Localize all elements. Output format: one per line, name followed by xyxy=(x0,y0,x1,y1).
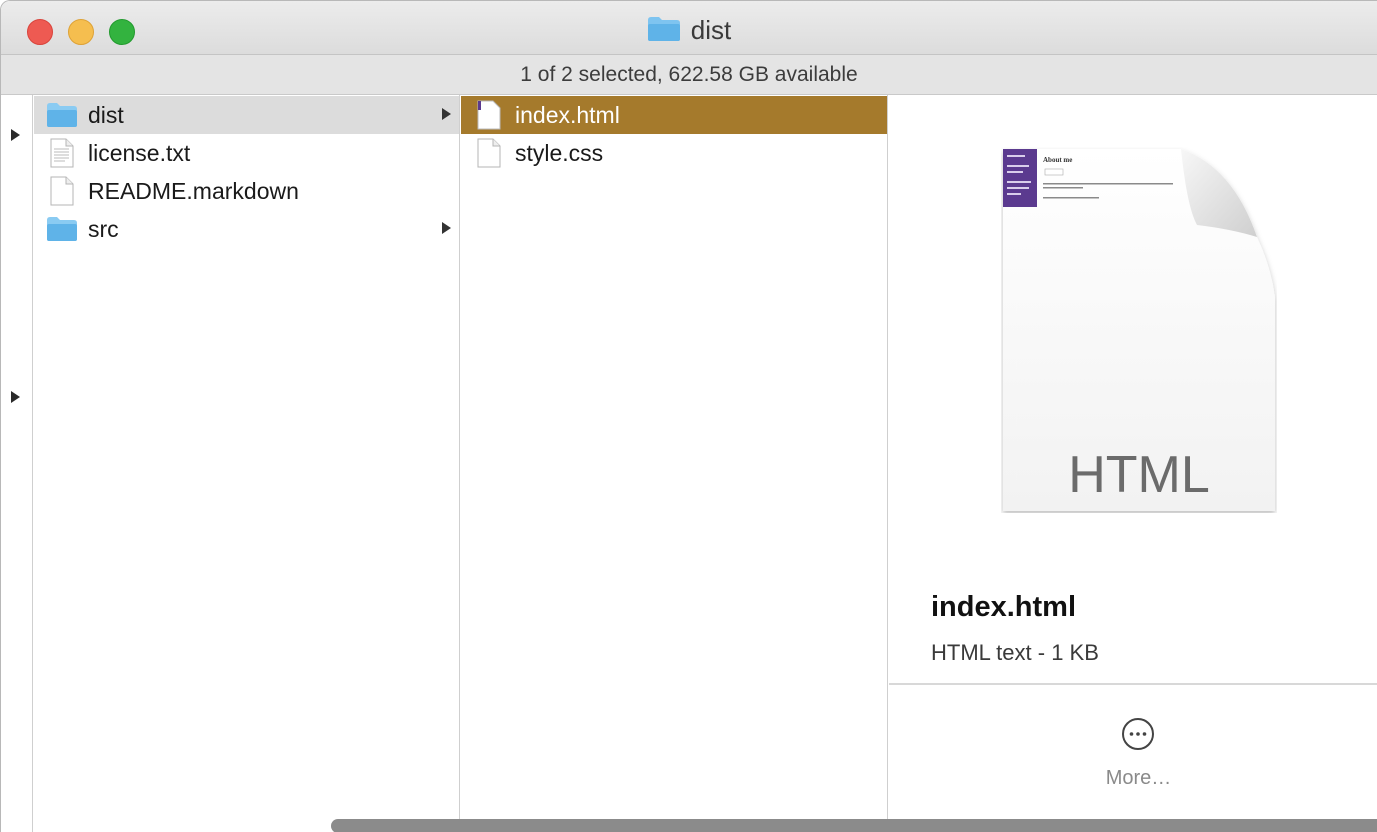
folder-icon xyxy=(46,214,78,244)
collapsed-column-edge[interactable] xyxy=(1,95,33,832)
list-item-index-html[interactable]: index.html xyxy=(461,96,887,134)
window-title-text: dist xyxy=(690,15,732,45)
status-bar: 1 of 2 selected, 622.58 GB available xyxy=(1,55,1377,95)
thumb-sidebar xyxy=(1003,149,1037,207)
list-item-license[interactable]: license.txt xyxy=(34,134,459,172)
browser-column-dist: index.html style.css xyxy=(461,95,888,832)
thumb-heading: About me xyxy=(1043,156,1072,164)
document-icon xyxy=(473,138,505,168)
list-item-dist[interactable]: dist xyxy=(34,96,459,134)
document-icon xyxy=(46,176,78,206)
title-bar[interactable]: dist xyxy=(1,1,1377,55)
chevron-right-icon xyxy=(442,222,451,234)
folder-icon xyxy=(46,100,78,130)
preview-pane: About me HTML index.html HTML text - 1 K… xyxy=(889,95,1377,832)
disclosure-arrow-icon[interactable] xyxy=(11,129,20,141)
browser-column-root: dist license.txt README.markdown src xyxy=(34,95,460,832)
text-document-icon xyxy=(46,138,78,168)
list-item-style-css[interactable]: style.css xyxy=(461,134,887,172)
folder-icon xyxy=(647,17,680,41)
list-item-readme[interactable]: README.markdown xyxy=(34,172,459,210)
status-text: 1 of 2 selected, 622.58 GB available xyxy=(520,63,858,86)
preview-file-kind: HTML text - 1 KB xyxy=(931,640,1099,665)
horizontal-scrollbar[interactable] xyxy=(331,819,1377,832)
list-item-label: README.markdown xyxy=(88,177,299,204)
list-item-label: dist xyxy=(88,101,124,128)
window-title: dist xyxy=(1,15,1377,46)
more-ellipsis-icon[interactable] xyxy=(1121,717,1155,751)
finder-window: dist 1 of 2 selected, 622.58 GB availabl… xyxy=(0,0,1377,832)
html-document-icon xyxy=(473,100,505,130)
preview-divider xyxy=(889,683,1377,685)
more-button-label[interactable]: More… xyxy=(889,767,1377,790)
list-item-label: index.html xyxy=(515,101,620,128)
file-type-badge: HTML xyxy=(1068,446,1210,504)
preview-file-name: index.html xyxy=(931,591,1077,623)
disclosure-arrow-icon[interactable] xyxy=(11,391,20,403)
list-item-src[interactable]: src xyxy=(34,210,459,248)
chevron-right-icon xyxy=(442,108,451,120)
list-item-label: license.txt xyxy=(88,139,191,166)
list-item-label: style.css xyxy=(515,139,604,166)
list-item-label: src xyxy=(88,215,119,242)
html-file-preview-icon[interactable]: About me HTML xyxy=(1001,147,1277,513)
